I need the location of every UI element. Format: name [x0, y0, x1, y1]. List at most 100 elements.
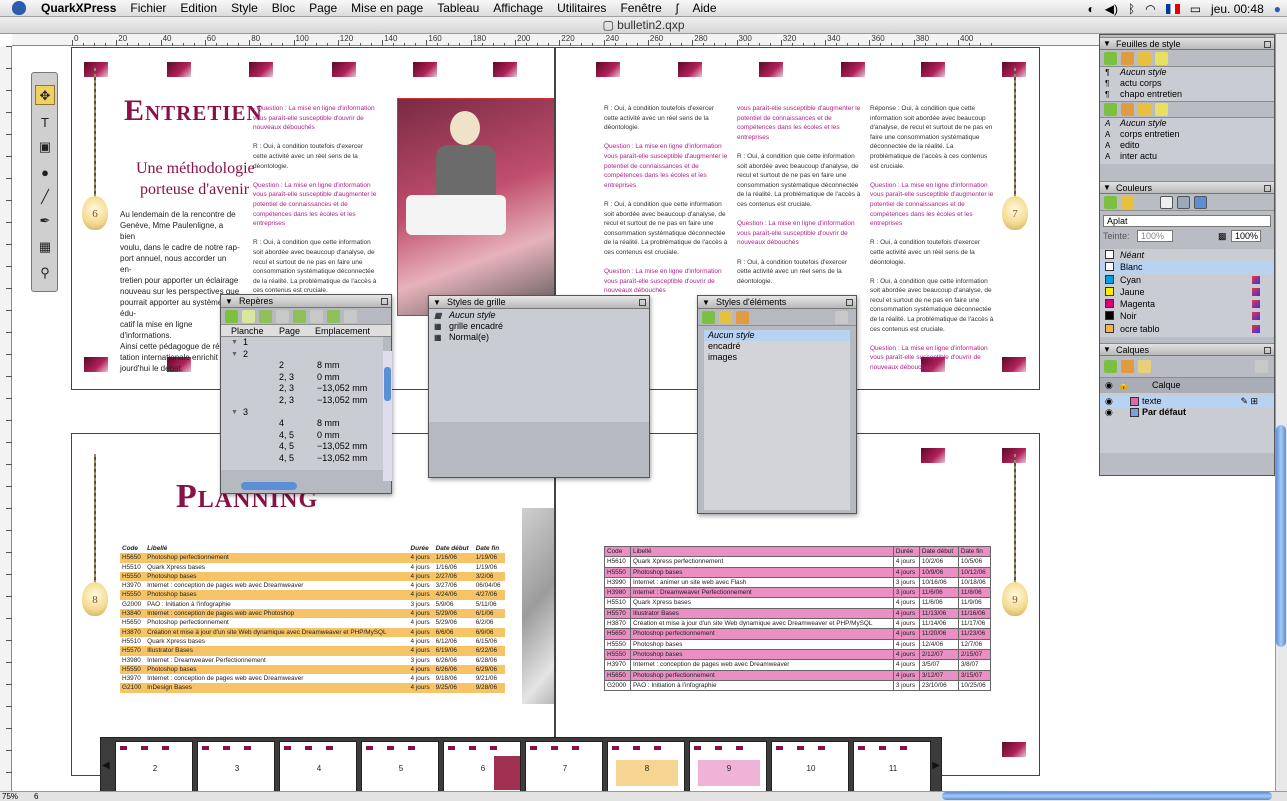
item-style-item[interactable]: encadré	[704, 341, 850, 352]
paragraph-style-item[interactable]: ¶ actu corps	[1100, 78, 1274, 89]
disclosure-triangle-icon[interactable]: ▼	[231, 337, 238, 349]
layer-item-texte[interactable]: ◉ texte ✎ ⊞	[1100, 396, 1274, 407]
scroll-right-icon[interactable]: ▶	[932, 760, 940, 771]
palette-title[interactable]: Calques	[1100, 343, 1274, 356]
vertical-scroll-thumb[interactable]	[1276, 425, 1286, 647]
clock[interactable]: jeu. 00:48	[1211, 2, 1264, 16]
guide-row[interactable]: 4, 5 −13,052 mm	[221, 441, 383, 453]
edit-guide-icon[interactable]	[242, 309, 255, 323]
vertical-scrollbar[interactable]	[1275, 34, 1287, 791]
update-style-icon[interactable]	[1155, 103, 1168, 116]
battery-icon[interactable]: ▭	[1190, 2, 1201, 16]
vertical-ruler[interactable]	[0, 46, 12, 791]
paragraph-style-item[interactable]: ¶ chapo entretien	[1100, 89, 1274, 100]
opacity-field[interactable]: 100%	[1231, 230, 1261, 242]
character-style-item[interactable]: Aedito	[1100, 140, 1274, 151]
horizontal-ruler[interactable]: 0 20 40 60 80 100 120 140 160 180 200 220 240 260 280 3…	[12, 34, 1100, 46]
new-color-icon[interactable]	[1104, 195, 1117, 209]
character-styles-list[interactable]: A Aucun style Acorps entretien Aedito Ain…	[1100, 118, 1274, 164]
color-item[interactable]: Jaune	[1100, 286, 1274, 298]
layers-list[interactable]: ◉ texte ✎ ⊞ ◉ Par défaut	[1100, 393, 1274, 453]
add-guide-icon[interactable]	[225, 309, 238, 323]
grid-style-item[interactable]: ▦ Aucun style	[429, 310, 649, 321]
zoom-box-icon[interactable]	[381, 298, 388, 305]
edit-color-icon[interactable]	[1121, 195, 1134, 209]
table-row[interactable]: H5570 Illustrator Bases 4 jours 6/19/06 6/22…	[120, 646, 505, 656]
script-icon[interactable]: ʃ	[669, 1, 686, 15]
table-row[interactable]: H3970 Internet : conception de pages web …	[120, 674, 505, 683]
column-header[interactable]: Page	[279, 325, 315, 336]
scroll-left-icon[interactable]: ◀	[102, 760, 110, 771]
disclosure-triangle-icon[interactable]: ▼	[231, 349, 238, 361]
menu-page[interactable]: Page	[302, 1, 344, 15]
palette-title[interactable]: Styles de grille	[429, 296, 649, 309]
eye-icon[interactable]: ◉	[1105, 396, 1113, 407]
pen-glasses-photo[interactable]	[522, 508, 554, 704]
horizontal-guide-icon[interactable]	[259, 309, 272, 323]
menu-bloc[interactable]: Bloc	[265, 1, 302, 15]
table-row[interactable]: H3980 Internet : Dreamweaver Perfectionne…	[603, 587, 992, 599]
menu-aide[interactable]: Aide	[685, 1, 723, 15]
volume-icon[interactable]: ◀)	[1105, 2, 1118, 16]
table-row[interactable]: H5550 Photoshop bases 4 jours 12/4/06 12/7/0…	[603, 638, 992, 650]
flag-icon[interactable]	[1165, 3, 1180, 14]
table-row[interactable]: G2100 InDesign Bases 4 jours 9/25/06 9/28/06	[120, 683, 505, 693]
planning-table-pink[interactable]: Code Libellé Durée Date début Date fin H5610 Q…	[603, 545, 992, 692]
sync-icon[interactable]: ◐	[1088, 2, 1095, 16]
table-row[interactable]: H3970 Internet : conception de pages web …	[120, 581, 505, 590]
color-item[interactable]: Cyan	[1100, 274, 1274, 286]
paragraph-styles-list[interactable]: ¶ Aucun style ¶ actu corps ¶ chapo entretie…	[1100, 67, 1274, 101]
picture-box-tool-icon[interactable]: ▣	[35, 137, 55, 157]
reperes-hscroll[interactable]	[241, 482, 297, 490]
item-style-item[interactable]: images	[704, 352, 850, 363]
zoom-box-icon[interactable]	[639, 299, 646, 306]
table-row[interactable]: H5650 Photoshop perfectionnement 4 jours 11…	[603, 628, 992, 640]
color-item[interactable]: Néant	[1100, 249, 1274, 261]
woman-laptop-photo[interactable]	[397, 98, 554, 316]
table-row[interactable]: H5550 Photoshop bases 4 jours 6/26/06 6/29/0…	[120, 664, 505, 675]
menu-tableau[interactable]: Tableau	[430, 1, 486, 15]
character-style-item[interactable]: Ainter actu	[1100, 151, 1274, 162]
pen-tool-icon[interactable]: ✒	[35, 211, 55, 231]
layer-item-defaut[interactable]: ◉ Par défaut	[1100, 407, 1274, 418]
table-row[interactable]: H3870 Création et mise à jour d'un site W…	[603, 618, 992, 630]
duplicate-style-icon[interactable]	[1121, 103, 1134, 116]
color-item[interactable]: ocre tablo	[1100, 323, 1274, 335]
table-row[interactable]: H3840 Internet : conception de pages web …	[120, 609, 505, 619]
table-tool-icon[interactable]: ▦	[35, 237, 55, 257]
color-item[interactable]: Noir	[1100, 310, 1274, 322]
guide-row[interactable]: 4, 5 −13,052 mm	[221, 453, 383, 465]
menu-utilitaires[interactable]: Utilitaires	[550, 1, 613, 15]
table-row[interactable]: H5510 Quark Xpress bases 4 jours 1/16/06 1/1…	[120, 563, 505, 572]
menu-mise-en-page[interactable]: Mise en page	[344, 1, 430, 15]
palette-title[interactable]: Couleurs	[1100, 181, 1274, 194]
vertical-guide-icon[interactable]	[293, 309, 306, 323]
page-thumbnail[interactable]: 4	[279, 741, 357, 793]
menu-fenetre[interactable]: Fenêtre	[613, 1, 668, 15]
line-tool-icon[interactable]: ╱	[35, 187, 55, 207]
duplicate-style-icon[interactable]	[1121, 51, 1134, 65]
grid-style-item[interactable]: ▦ Normal(e)	[429, 332, 649, 343]
table-row[interactable]: H3990 Internet : animer un site web avec …	[603, 576, 992, 589]
wifi-icon[interactable]: ◠	[1145, 2, 1155, 16]
zoom-box-icon[interactable]	[1264, 185, 1271, 192]
zoom-box-icon[interactable]	[1264, 41, 1271, 48]
table-row[interactable]: H5610 Quark Xpress perfectionnement 4 jour…	[603, 556, 992, 568]
fill-mode-select[interactable]: Aplat	[1103, 215, 1271, 227]
guide-row[interactable]: 4, 5 0 mm	[221, 430, 383, 442]
table-row[interactable]: G2000 PAO : Initiation à l'infographie 3 j…	[120, 600, 505, 609]
merge-layers-icon[interactable]	[1138, 360, 1151, 373]
menu-affichage[interactable]: Affichage	[486, 1, 550, 15]
table-row[interactable]: H5650 Photoshop perfectionnement 4 jours 1/…	[120, 553, 505, 563]
check-icon[interactable]	[310, 309, 323, 323]
page-thumbnail[interactable]: 7	[525, 741, 603, 793]
table-row[interactable]: H5550 Photoshop bases 4 jours 2/12/07 2/15/0…	[603, 648, 992, 661]
page-thumbnail[interactable]: 5	[361, 741, 439, 793]
table-row[interactable]: H5550 Photoshop bases 4 jours 10/9/06 10/12/…	[603, 566, 992, 578]
zoom-tool-icon[interactable]: ⚲	[35, 263, 55, 283]
table-row[interactable]: H5510 Quark Xpress bases 4 jours 11/6/06 11/…	[603, 597, 992, 609]
guide-row[interactable]: ▼ 1	[221, 337, 383, 349]
zoom-box-icon[interactable]	[846, 299, 853, 306]
palette-title[interactable]: Repères	[221, 295, 391, 308]
palette-title[interactable]: Feuilles de style	[1100, 37, 1274, 50]
